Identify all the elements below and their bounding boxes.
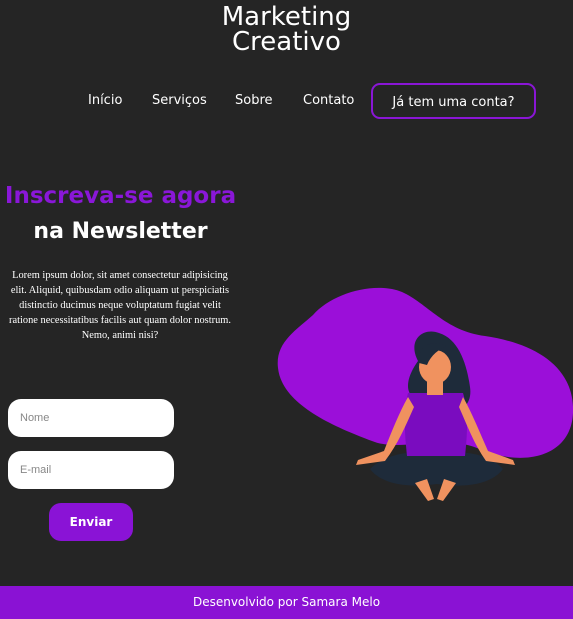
main-nav: Início Serviços Sobre Contato Já tem uma… (0, 83, 573, 119)
nav-item-inicio[interactable]: Início (88, 83, 122, 119)
send-button[interactable]: Enviar (49, 503, 133, 541)
brand-logo: Marketing Creativo (0, 4, 573, 57)
newsletter-title: Inscreva-se agora (4, 183, 237, 209)
nav-item-sobre[interactable]: Sobre (235, 83, 273, 119)
newsletter-subtitle: na Newsletter (33, 219, 208, 244)
login-button[interactable]: Já tem uma conta? (371, 83, 536, 119)
name-input[interactable] (8, 399, 174, 437)
footer: Desenvolvido por Samara Melo (0, 586, 573, 619)
meditation-illustration (277, 287, 573, 501)
brand-line-2: Creativo (232, 27, 341, 57)
email-input[interactable] (8, 451, 174, 489)
nav-item-contato[interactable]: Contato (303, 83, 354, 119)
nav-item-servicos[interactable]: Serviços (152, 83, 207, 119)
newsletter-description: Lorem ipsum dolor, sit amet consectetur … (9, 270, 231, 341)
